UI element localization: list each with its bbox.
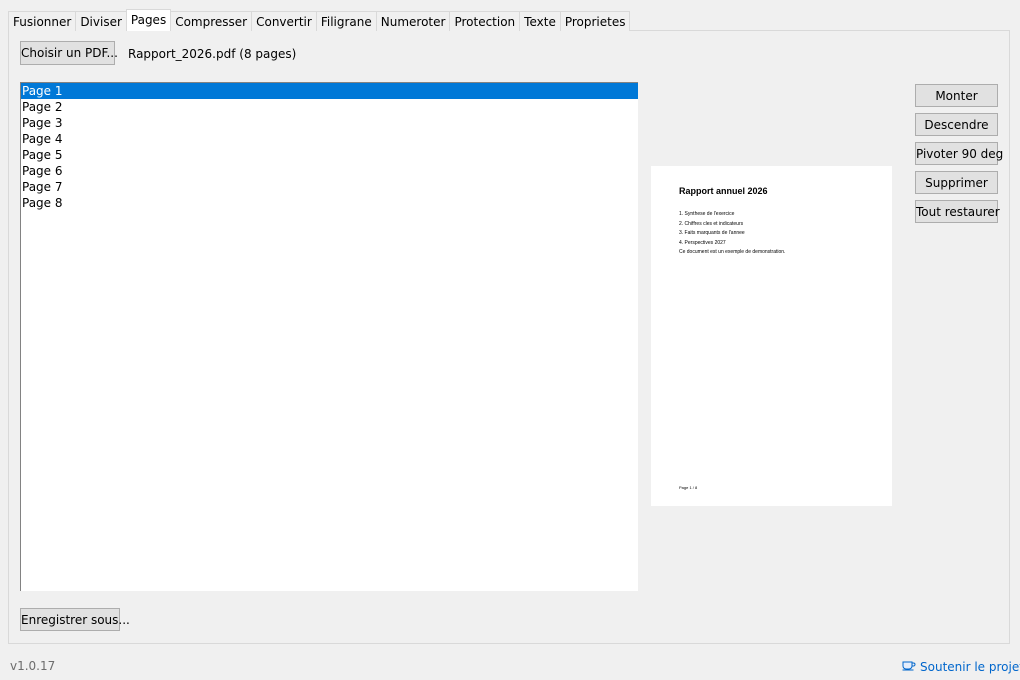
tab-bar: Fusionner Diviser Pages Compresser Conve… xyxy=(8,9,631,31)
list-item-page-5[interactable]: Page 5 xyxy=(21,147,638,163)
preview-page-number: Page 1 / 8 xyxy=(679,485,698,490)
tab-convertir[interactable]: Convertir xyxy=(251,11,317,31)
tab-pages[interactable]: Pages xyxy=(125,9,172,31)
support-link[interactable]: Soutenir le projet xyxy=(902,659,1020,674)
version-label: v1.0.17 xyxy=(10,659,56,673)
preview-line: 2. Chiffres cles et indicateurs xyxy=(679,220,744,227)
tab-diviser[interactable]: Diviser xyxy=(75,11,127,31)
preview-line: 4. Perspectives 2027 xyxy=(679,239,726,246)
preview-line: Ce document est un exemple de demonstrat… xyxy=(679,249,786,255)
list-item-page-2[interactable]: Page 2 xyxy=(21,99,638,115)
preview-line: 3. Faits marquants de l'annee xyxy=(679,230,745,236)
tab-compresser[interactable]: Compresser xyxy=(170,11,253,31)
choose-pdf-button[interactable]: Choisir un PDF... xyxy=(20,41,118,65)
tab-proprietes[interactable]: Proprietes xyxy=(559,11,631,31)
preview-title: Rapport annuel 2026 xyxy=(679,186,768,196)
move-up-button[interactable]: Monter xyxy=(915,84,998,107)
list-item-page-4[interactable]: Page 4 xyxy=(21,131,638,147)
tab-fusionner[interactable]: Fusionner xyxy=(8,11,77,31)
list-item-page-8[interactable]: Page 8 xyxy=(21,195,638,211)
coffee-cup-icon xyxy=(902,659,920,674)
preview-line: 1. Synthese de l'exercice xyxy=(679,211,735,217)
rotate-button[interactable]: Pivoter 90 deg xyxy=(915,142,1003,165)
save-as-button[interactable]: Enregistrer sous... xyxy=(20,608,130,631)
delete-page-button[interactable]: Supprimer xyxy=(915,171,998,194)
page-preview: Rapport annuel 2026 1. Synthese de l'exe… xyxy=(651,166,892,506)
tab-numeroter[interactable]: Numeroter xyxy=(375,11,451,31)
list-item-page-3[interactable]: Page 3 xyxy=(21,115,638,131)
page-list[interactable]: Page 1 Page 2 Page 3 Page 4 Page 5 Page … xyxy=(20,82,638,591)
support-link-label: Soutenir le projet xyxy=(920,659,1020,674)
tab-texte[interactable]: Texte xyxy=(519,11,561,31)
file-info-label: Rapport_2026.pdf (8 pages) xyxy=(128,47,297,61)
restore-all-button[interactable]: Tout restaurer xyxy=(915,200,1000,223)
preview-body: 1. Synthese de l'exercice 2. Chiffres cl… xyxy=(679,210,785,258)
list-item-page-1[interactable]: Page 1 xyxy=(21,83,638,99)
tab-protection[interactable]: Protection xyxy=(449,11,521,31)
list-item-page-6[interactable]: Page 6 xyxy=(21,163,638,179)
move-down-button[interactable]: Descendre xyxy=(915,113,998,136)
tab-filigrane[interactable]: Filigrane xyxy=(315,11,377,31)
list-item-page-7[interactable]: Page 7 xyxy=(21,179,638,195)
